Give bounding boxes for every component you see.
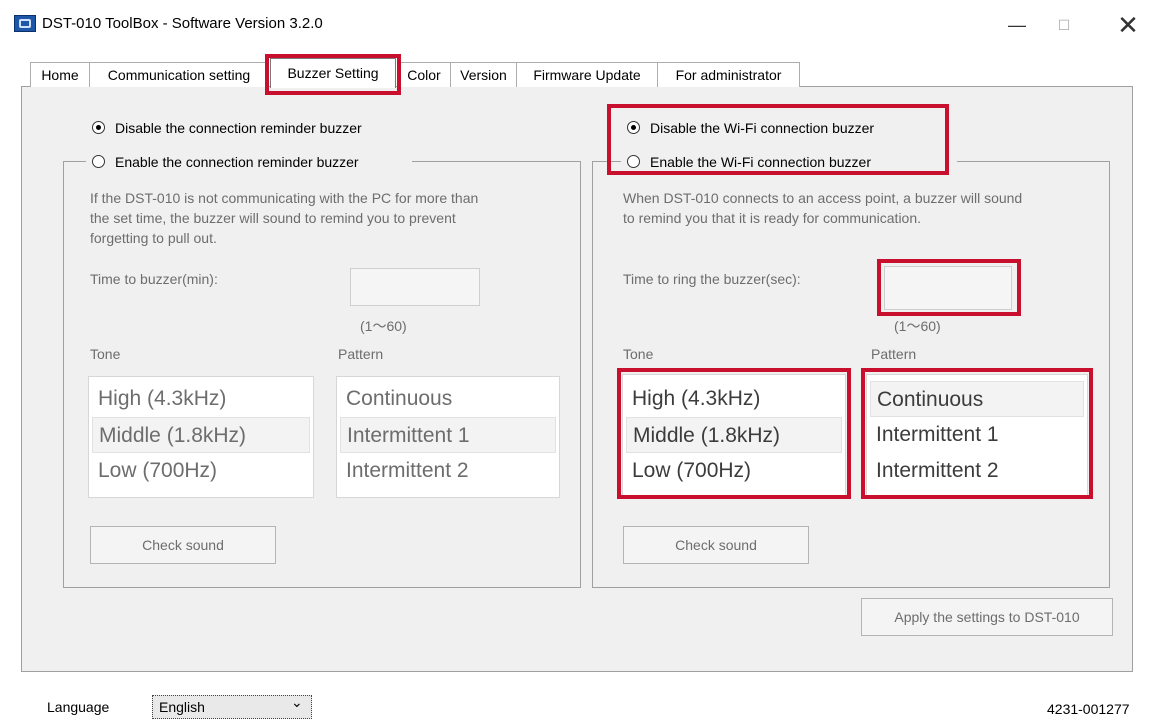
highlight-buzzer-tab xyxy=(265,54,401,95)
reminder-description: If the DST-010 is not communicating with… xyxy=(90,190,479,246)
reminder-tone-label: Tone xyxy=(90,346,121,362)
wifi-description: When DST-010 connects to an access point… xyxy=(623,190,1023,226)
maximize-button[interactable]: ☐ xyxy=(1047,10,1081,40)
reminder-pattern-label: Pattern xyxy=(338,346,384,362)
wifi-check-sound-button[interactable]: Check sound xyxy=(623,526,809,564)
apply-settings-button[interactable]: Apply the settings to DST-010 xyxy=(861,598,1113,636)
reminder-range-hint: (1～60) xyxy=(360,318,407,334)
highlight-wifi-radios xyxy=(607,104,949,175)
radio-selected-icon xyxy=(92,121,105,134)
reminder-pattern-list[interactable]: Continuous Intermittent 1 Intermittent 2 xyxy=(336,376,560,498)
tab-home[interactable]: Home xyxy=(30,62,90,87)
chevron-down-icon: ⌄ xyxy=(291,694,303,710)
disable-reminder-radio[interactable]: Disable the connection reminder buzzer xyxy=(92,120,422,138)
list-item[interactable]: Intermittent 2 xyxy=(340,453,556,489)
radio-unselected-icon xyxy=(92,155,105,168)
list-item[interactable]: Low (700Hz) xyxy=(92,453,310,489)
reminder-time-input[interactable] xyxy=(350,268,480,306)
reminder-tone-list[interactable]: High (4.3kHz) Middle (1.8kHz) Low (700Hz… xyxy=(88,376,314,498)
list-item[interactable]: Continuous xyxy=(340,381,556,417)
close-button[interactable]: ✕ xyxy=(1111,10,1145,40)
wifi-tone-label: Tone xyxy=(623,346,654,362)
list-item[interactable]: High (4.3kHz) xyxy=(92,381,310,417)
highlight-wifi-time xyxy=(877,259,1021,316)
wifi-range-hint: (1～60) xyxy=(894,318,941,334)
minimize-button[interactable]: — xyxy=(1000,10,1034,40)
enable-reminder-label: Enable the connection reminder buzzer xyxy=(115,154,359,170)
highlight-wifi-tone xyxy=(617,368,851,499)
disable-reminder-label: Disable the connection reminder buzzer xyxy=(115,120,362,136)
app-logo-icon xyxy=(14,15,36,32)
tab-for-administrator[interactable]: For administrator xyxy=(657,62,800,87)
language-value: English xyxy=(159,699,205,715)
list-item[interactable]: Intermittent 1 xyxy=(340,417,556,453)
reminder-check-sound-button[interactable]: Check sound xyxy=(90,526,276,564)
language-select[interactable]: English ⌄ xyxy=(152,694,312,719)
highlight-wifi-pattern xyxy=(861,368,1093,499)
tab-communication-setting[interactable]: Communication setting xyxy=(89,62,269,87)
reminder-time-label: Time to buzzer(min): xyxy=(90,271,218,287)
device-code: 4231-001277 xyxy=(1047,701,1130,717)
tab-version[interactable]: Version xyxy=(450,62,517,87)
list-item[interactable]: Middle (1.8kHz) xyxy=(92,417,310,453)
wifi-pattern-label: Pattern xyxy=(871,346,917,362)
tab-firmware-update[interactable]: Firmware Update xyxy=(516,62,658,87)
window-title: DST-010 ToolBox - Software Version 3.2.0 xyxy=(42,15,323,32)
language-label: Language xyxy=(47,699,110,715)
tab-color[interactable]: Color xyxy=(397,62,451,87)
enable-reminder-radio[interactable]: Enable the connection reminder buzzer xyxy=(86,154,412,172)
wifi-time-label: Time to ring the buzzer(sec): xyxy=(623,271,801,287)
